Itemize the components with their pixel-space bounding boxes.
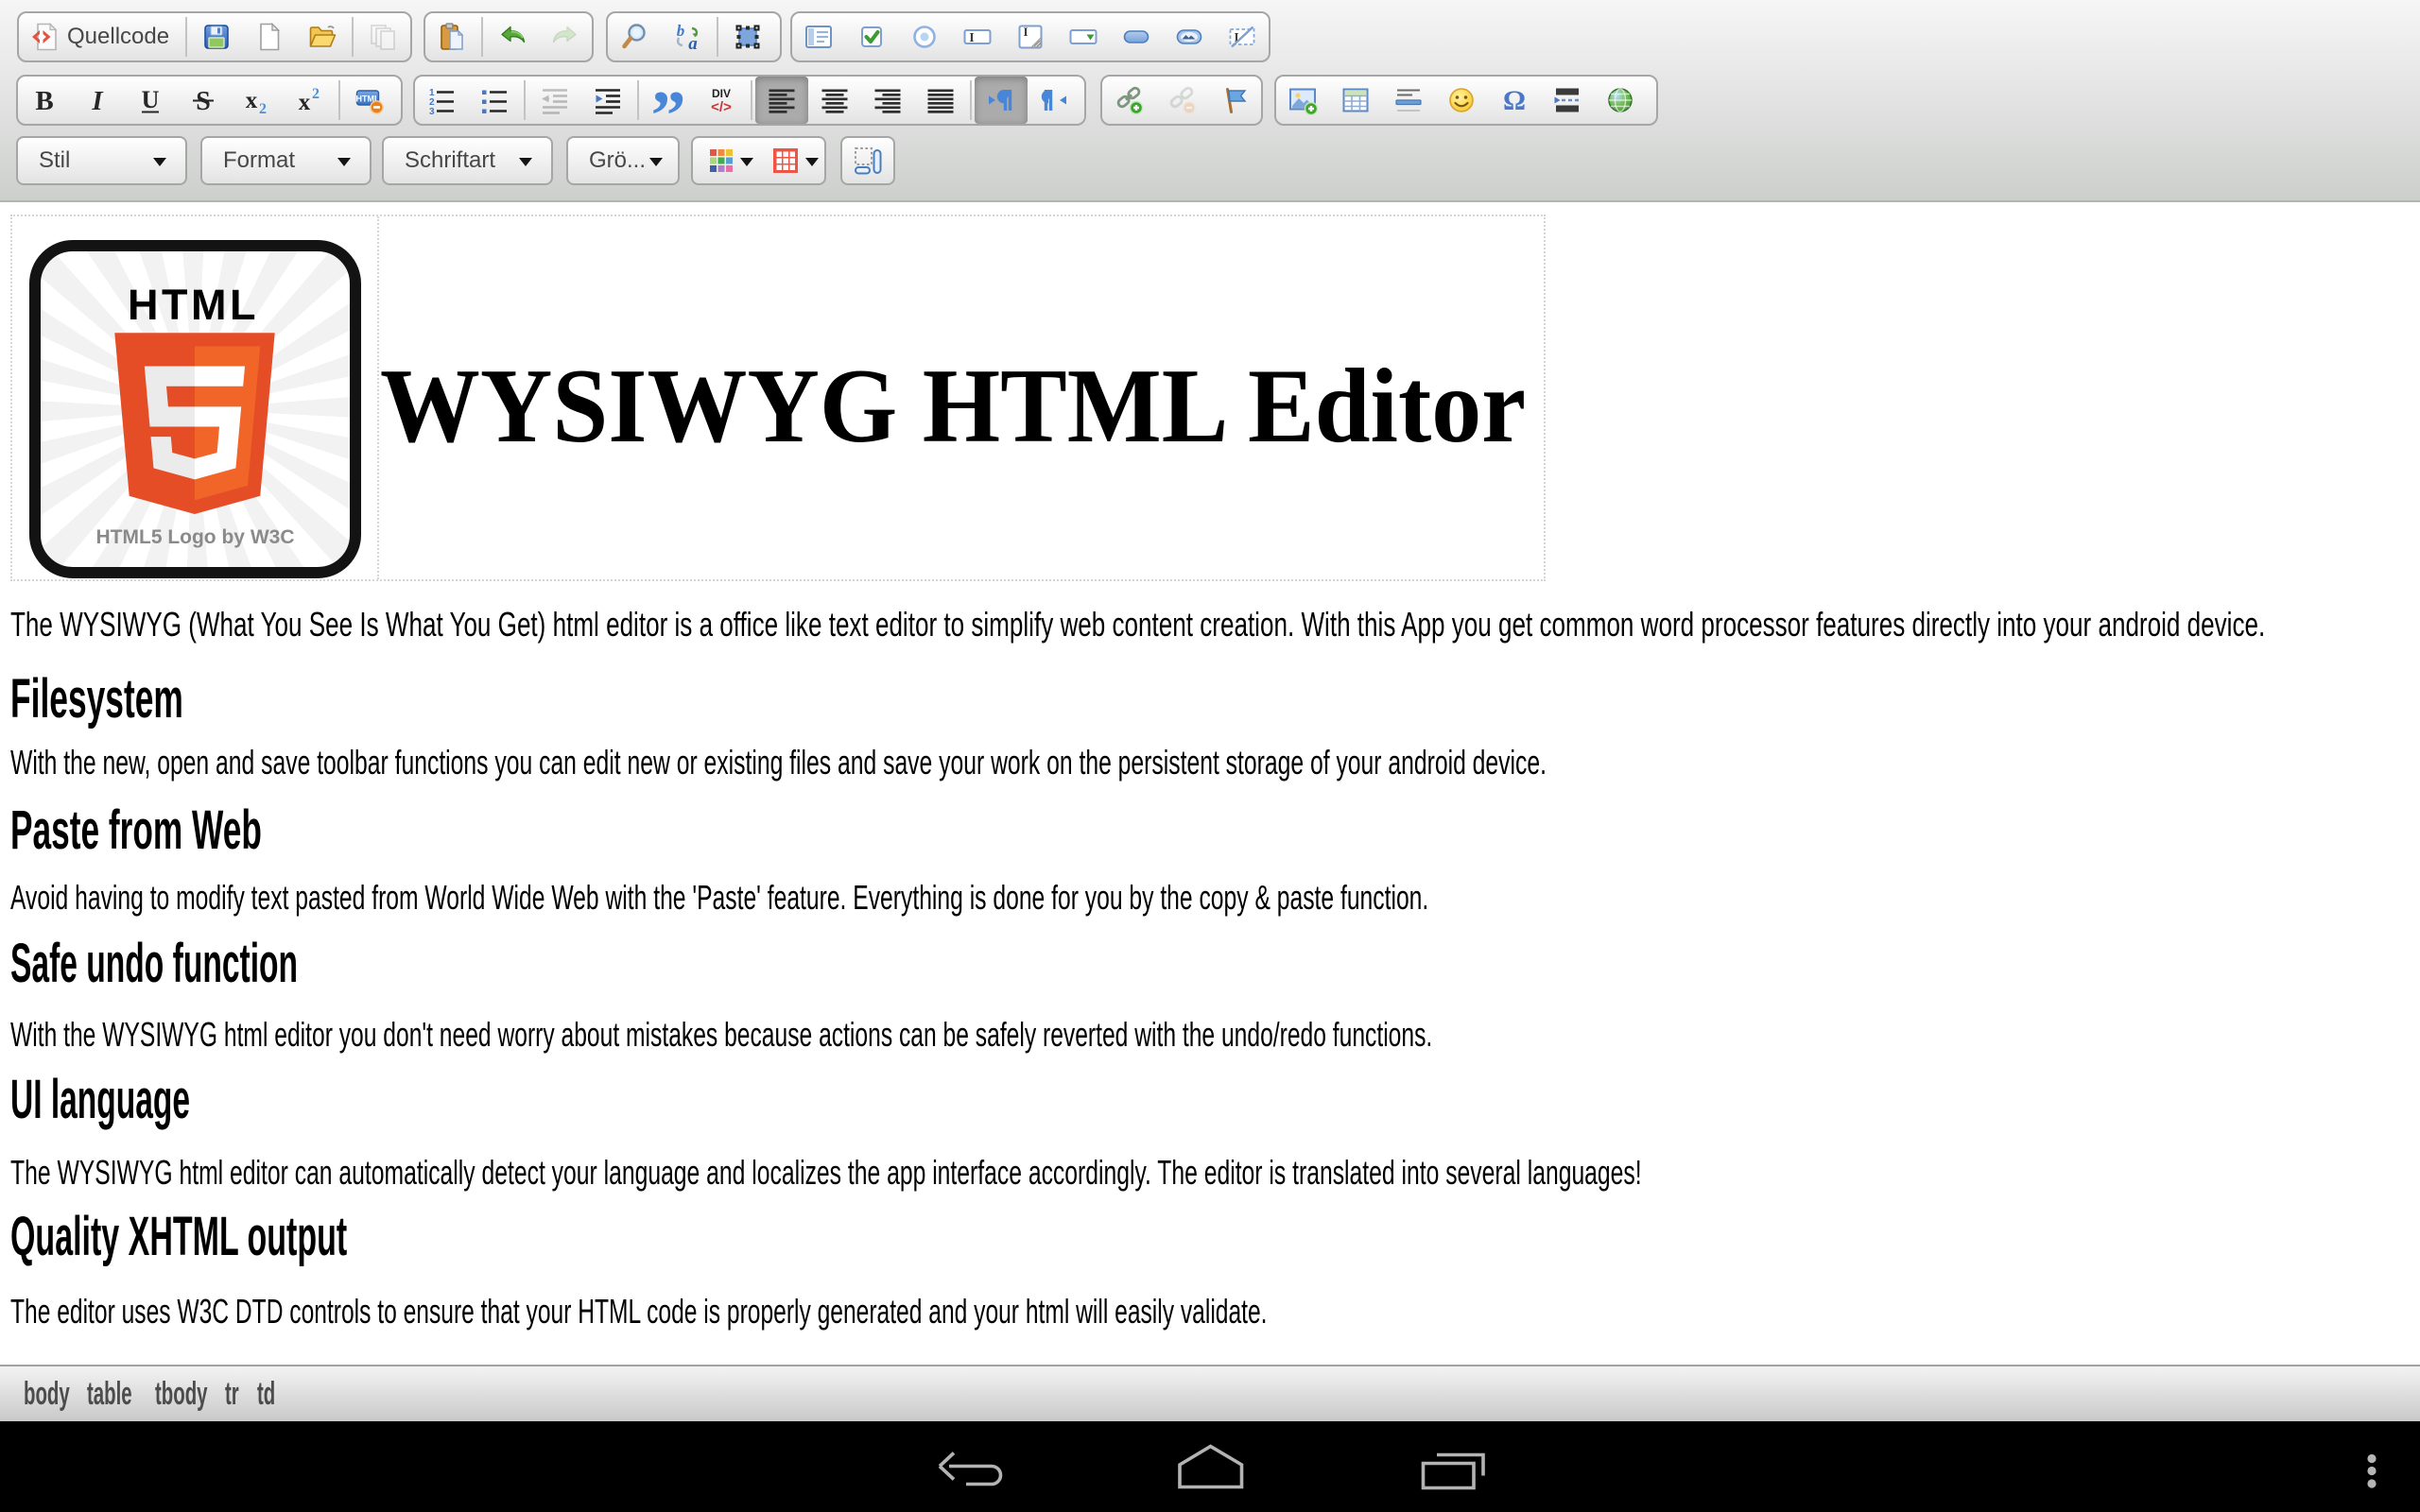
svg-text:</>: </> — [711, 99, 732, 115]
svg-text:a: a — [688, 34, 698, 52]
svg-text:I: I — [91, 86, 104, 115]
svg-text:2: 2 — [259, 101, 267, 115]
svg-text:B: B — [35, 86, 53, 115]
svg-text:DIV: DIV — [712, 87, 731, 100]
svg-text:I: I — [969, 31, 974, 45]
svg-text:”: ” — [653, 85, 683, 115]
svg-text:b: b — [677, 22, 685, 40]
svg-text:U: U — [142, 86, 160, 113]
svg-text:I: I — [1023, 25, 1028, 39]
svg-text:3: 3 — [429, 107, 435, 115]
svg-text:2: 2 — [312, 86, 320, 102]
svg-text:x: x — [299, 90, 311, 115]
svg-text:x: x — [246, 88, 258, 113]
svg-text:Ω: Ω — [1503, 85, 1526, 115]
